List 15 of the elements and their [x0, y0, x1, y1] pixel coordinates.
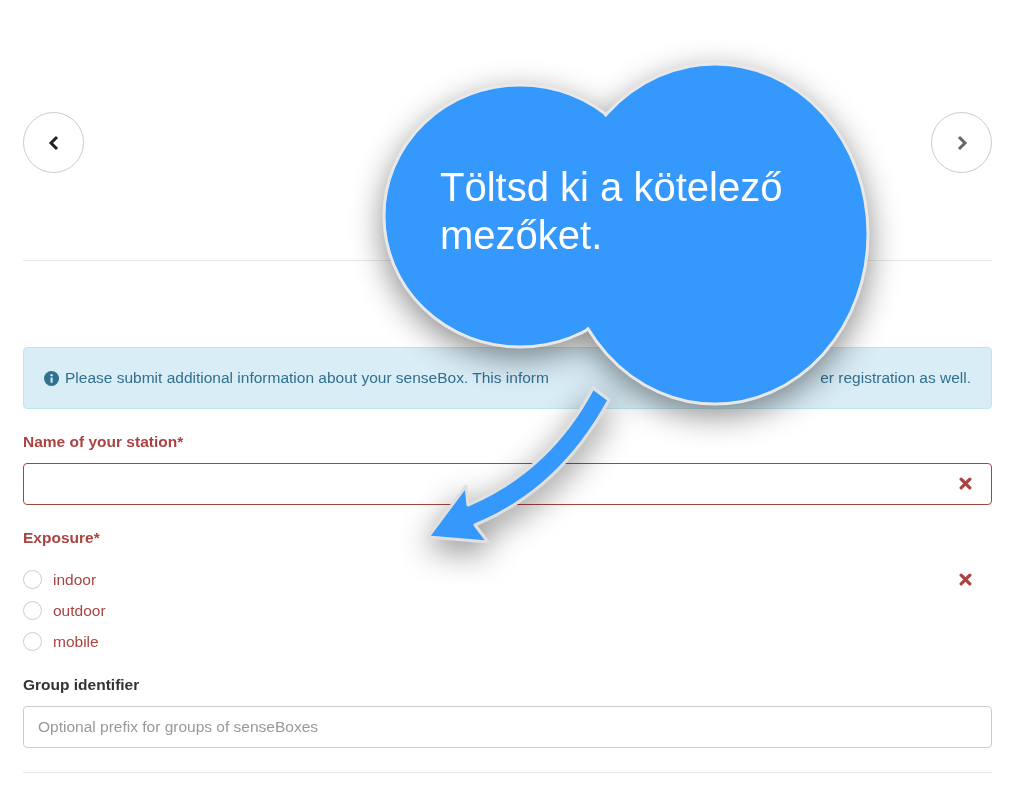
- info-text: Please submit additional information about your senseBox. This inform: [65, 369, 549, 387]
- info-text: er registration as well.: [820, 369, 971, 387]
- field-label: Name of your station*: [23, 433, 185, 451]
- error-cross-icon: [959, 477, 972, 490]
- field-label: Group identifier: [23, 676, 141, 694]
- text-field[interactable]: [23, 463, 992, 505]
- chevron-left-icon: [47, 134, 60, 151]
- radio-label[interactable]: outdoor: [53, 601, 106, 620]
- callout-text: Töltsd ki a kötelező mezőket.: [440, 164, 784, 259]
- radio-label[interactable]: mobile: [53, 632, 99, 651]
- chevron-right-icon: [955, 134, 968, 151]
- error-cross-icon: [959, 573, 972, 586]
- field-label: Exposure*: [23, 529, 101, 547]
- info-icon: [44, 370, 59, 386]
- radio-label[interactable]: indoor: [53, 570, 97, 589]
